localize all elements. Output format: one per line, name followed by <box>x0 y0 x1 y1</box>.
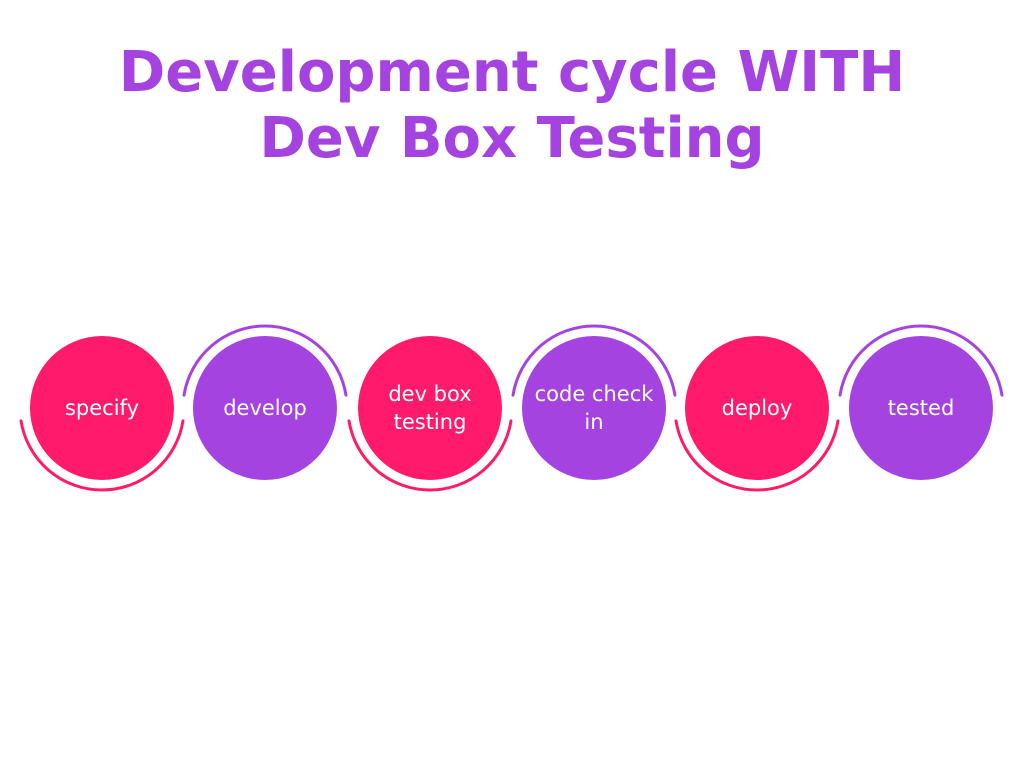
step-circle <box>522 336 666 480</box>
step-label: specify <box>65 396 139 420</box>
step-label: develop <box>223 396 307 420</box>
step-label: testing <box>394 410 467 434</box>
step-label: in <box>584 410 603 434</box>
cycle-step: specify <box>19 336 185 492</box>
step-circle <box>358 336 502 480</box>
steps-layer: specify develop dev box testing code check in… <box>19 324 1004 492</box>
step-label: dev box <box>388 382 471 406</box>
page: Development cycle WITH Dev Box Testing s… <box>0 0 1024 768</box>
cycle-diagram: specify develop dev box testing code check in… <box>19 324 1004 492</box>
step-label: code check <box>535 382 655 406</box>
cycle-step: code check in <box>511 324 677 480</box>
step-label: tested <box>888 396 955 420</box>
cycle-step: deploy <box>674 336 840 492</box>
cycle-step: develop <box>182 324 348 480</box>
step-label: deploy <box>722 396 793 420</box>
cycle-step: dev box testing <box>347 336 513 492</box>
cycle-step: tested <box>838 324 1004 480</box>
